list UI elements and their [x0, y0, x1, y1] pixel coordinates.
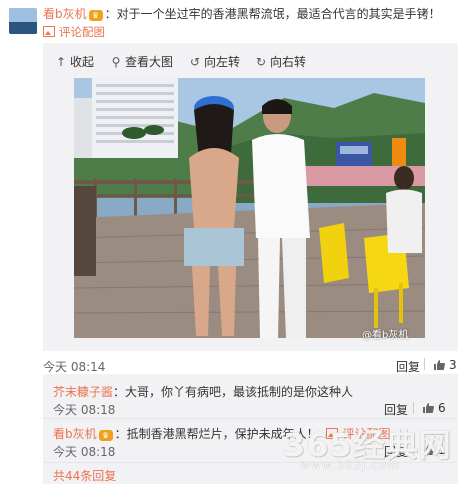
- user-avatar[interactable]: [9, 8, 37, 34]
- vip-crown-icon: ♛: [98, 430, 113, 441]
- divider: [424, 358, 425, 370]
- post-text: 对于一个坐过牢的香港黑帮流氓，最适合代言的其实是手铐！: [116, 7, 441, 21]
- magnifier-icon: ⚲: [111, 55, 121, 69]
- reply-username[interactable]: 芥末糠子酱: [53, 385, 113, 399]
- reply-time: 今天 08:18: [53, 403, 116, 417]
- post-separator: ：: [104, 7, 117, 21]
- post-photo[interactable]: [74, 78, 425, 338]
- arrow-up-icon: ↑: [55, 55, 67, 69]
- reply-divider: [43, 418, 458, 419]
- collapse-button[interactable]: ↑ 收起: [55, 53, 94, 70]
- reply-button[interactable]: 回复: [384, 401, 408, 418]
- rotate-right-icon: ↻: [255, 55, 267, 69]
- view-large-button[interactable]: ⚲ 查看大图: [110, 53, 173, 70]
- reply-button[interactable]: 回复: [396, 358, 420, 375]
- vip-crown-icon: ♛: [88, 10, 103, 21]
- more-replies-link[interactable]: 共44条回复: [53, 467, 116, 484]
- thumbs-up-icon: [434, 360, 445, 370]
- reply-time: 今天 08:18: [53, 445, 116, 459]
- post-time: 今天 08:14: [43, 360, 106, 374]
- like-button[interactable]: 6: [423, 401, 446, 415]
- reply-item-1: 芥末糠子酱：大哥，你丫有病吧，最该抵制的是你这种人: [53, 383, 353, 400]
- like-button[interactable]: 3: [434, 358, 457, 372]
- reply-username[interactable]: 看b灰机: [53, 427, 97, 441]
- comment-image-link[interactable]: 评论配图: [43, 24, 105, 40]
- reply-text: ：大哥，你丫有病吧，最该抵制的是你这种人: [113, 385, 354, 399]
- site-watermark-url: www.365j.com: [300, 458, 400, 472]
- rotate-right-button[interactable]: ↻ 向右转: [255, 53, 306, 70]
- rotate-left-button[interactable]: ↺ 向左转: [189, 53, 240, 70]
- photo-watermark: @看b灰机: [362, 330, 409, 341]
- rotate-left-icon: ↺: [189, 55, 201, 69]
- thumbs-up-icon: [423, 403, 434, 413]
- post-content: 看b灰机 ♛ ：对于一个坐过牢的香港黑帮流氓，最适合代言的其实是手铐！: [43, 6, 463, 22]
- image-icon: [43, 26, 55, 37]
- post-username[interactable]: 看b灰机: [43, 7, 87, 21]
- divider: [413, 402, 414, 414]
